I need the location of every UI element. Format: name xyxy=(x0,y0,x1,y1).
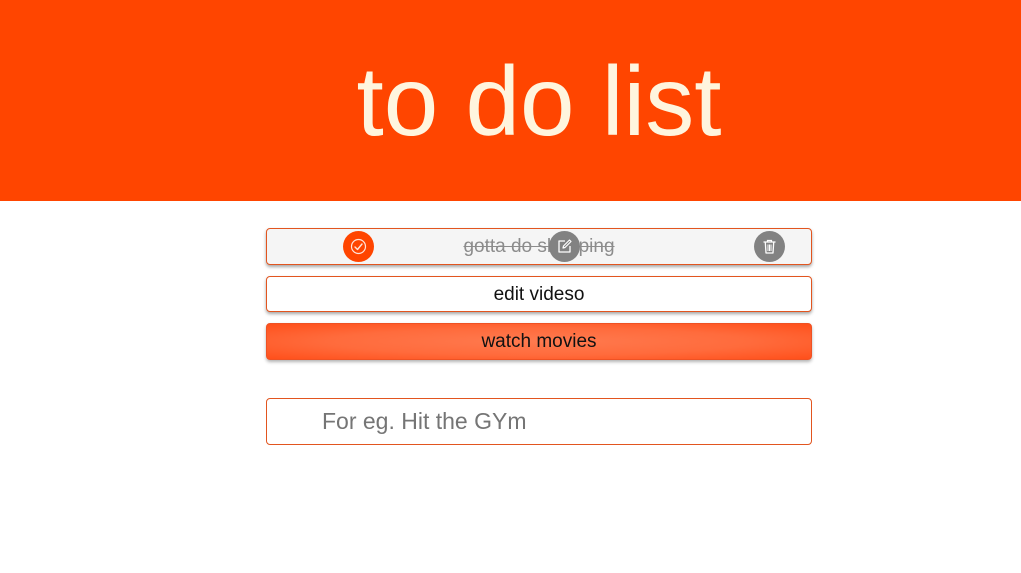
check-icon xyxy=(350,238,367,255)
app-header: to do list xyxy=(0,0,1021,201)
edit-icon xyxy=(558,239,572,253)
delete-button[interactable] xyxy=(754,231,785,262)
todo-item[interactable]: edit videso xyxy=(266,276,812,312)
trash-icon xyxy=(763,239,776,254)
new-todo-input[interactable] xyxy=(266,398,812,445)
edit-button[interactable] xyxy=(549,231,580,262)
complete-button[interactable] xyxy=(343,231,374,262)
todo-item-text: edit videso xyxy=(493,284,585,305)
todo-item-completed[interactable]: gotta do shopping xyxy=(266,228,812,265)
page-title: to do list xyxy=(356,46,722,156)
todo-item-text: watch movies xyxy=(481,331,597,352)
todo-item-text: gotta do shopping xyxy=(463,236,615,257)
todo-item-highlighted[interactable]: watch movies xyxy=(266,323,812,360)
